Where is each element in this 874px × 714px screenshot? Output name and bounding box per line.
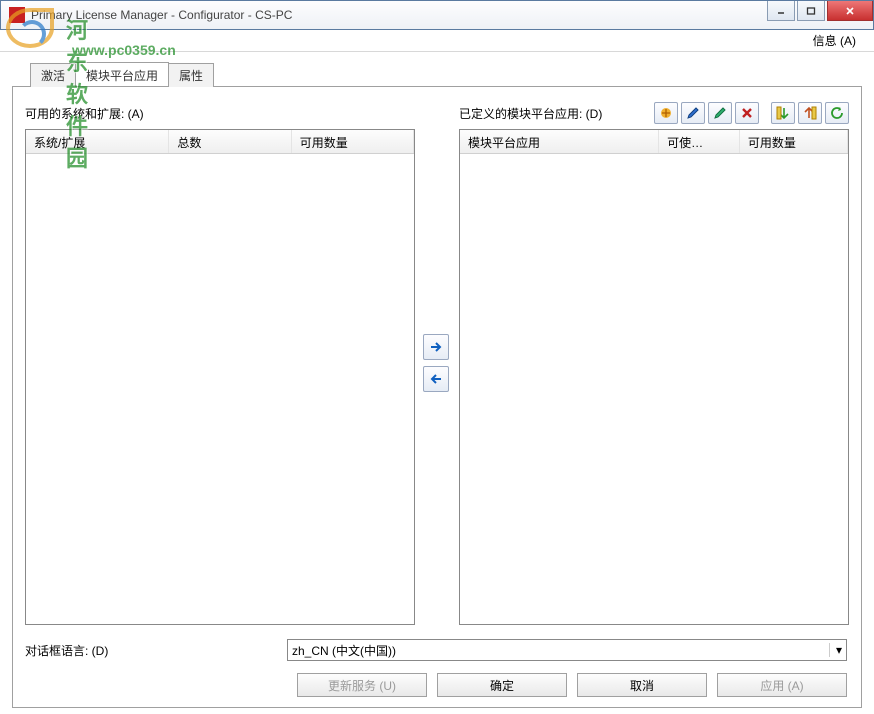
left-col-available[interactable]: 可用数量 xyxy=(292,130,414,153)
refresh-button[interactable] xyxy=(825,102,849,124)
tab-activate[interactable]: 激活 xyxy=(30,63,76,87)
window-title: Primary License Manager - Configurator -… xyxy=(31,8,873,22)
cancel-button[interactable]: 取消 xyxy=(577,673,707,697)
move-left-button[interactable] xyxy=(423,366,449,392)
move-right-button[interactable] xyxy=(423,334,449,360)
tabstrip: 激活 模块平台应用 属性 xyxy=(30,62,862,86)
edit-alt-button[interactable] xyxy=(708,102,732,124)
ok-button[interactable]: 确定 xyxy=(437,673,567,697)
right-col-usable[interactable]: 可使… xyxy=(659,130,740,153)
left-label: 可用的系统和扩展: (A) xyxy=(25,105,415,122)
close-button[interactable] xyxy=(827,1,873,21)
chevron-down-icon: ▾ xyxy=(829,643,842,657)
new-button[interactable] xyxy=(654,102,678,124)
two-pane: 可用的系统和扩展: (A) 系统/扩展 总数 可用数量 xyxy=(25,101,849,625)
right-col-available[interactable]: 可用数量 xyxy=(740,130,848,153)
right-pane: 已定义的模块平台应用: (D) 模块平台应用 xyxy=(459,101,849,625)
left-col-system[interactable]: 系统/扩展 xyxy=(26,130,169,153)
app-icon xyxy=(9,7,25,23)
language-value: zh_CN (中文(中国)) xyxy=(292,642,396,659)
tab-panel: 可用的系统和扩展: (A) 系统/扩展 总数 可用数量 xyxy=(12,86,862,708)
right-toolbar xyxy=(654,102,849,124)
dialog-buttons: 更新服务 (U) 确定 取消 应用 (A) xyxy=(25,673,849,697)
delete-button[interactable] xyxy=(735,102,759,124)
edit-button[interactable] xyxy=(681,102,705,124)
left-list-header: 系统/扩展 总数 可用数量 xyxy=(26,130,414,154)
window-controls xyxy=(765,1,873,21)
right-label: 已定义的模块平台应用: (D) xyxy=(459,105,654,122)
language-label: 对话框语言: (D) xyxy=(25,642,275,659)
client-area: 激活 模块平台应用 属性 可用的系统和扩展: (A) 系统/扩展 总数 可用数量 xyxy=(0,52,874,714)
left-list[interactable]: 系统/扩展 总数 可用数量 xyxy=(25,129,415,625)
right-list-body[interactable] xyxy=(460,154,848,624)
minimize-button[interactable] xyxy=(767,1,795,21)
language-row: 对话框语言: (D) zh_CN (中文(中国)) ▾ xyxy=(25,639,849,661)
right-list[interactable]: 模块平台应用 可使… 可用数量 xyxy=(459,129,849,625)
apply-button[interactable]: 应用 (A) xyxy=(717,673,847,697)
left-pane: 可用的系统和扩展: (A) 系统/扩展 总数 可用数量 xyxy=(25,101,415,625)
transfer-buttons xyxy=(423,101,451,625)
import-button[interactable] xyxy=(771,102,795,124)
language-select[interactable]: zh_CN (中文(中国)) ▾ xyxy=(287,639,847,661)
menubar: 信息 (A) xyxy=(0,30,874,52)
left-list-body[interactable] xyxy=(26,154,414,624)
right-list-header: 模块平台应用 可使… 可用数量 xyxy=(460,130,848,154)
menu-info[interactable]: 信息 (A) xyxy=(807,30,862,51)
tab-modules[interactable]: 模块平台应用 xyxy=(75,62,169,86)
left-col-total[interactable]: 总数 xyxy=(169,130,291,153)
right-col-module[interactable]: 模块平台应用 xyxy=(460,130,659,153)
update-service-button[interactable]: 更新服务 (U) xyxy=(297,673,427,697)
titlebar: Primary License Manager - Configurator -… xyxy=(0,0,874,30)
maximize-button[interactable] xyxy=(797,1,825,21)
tab-attributes[interactable]: 属性 xyxy=(168,63,214,87)
export-button[interactable] xyxy=(798,102,822,124)
